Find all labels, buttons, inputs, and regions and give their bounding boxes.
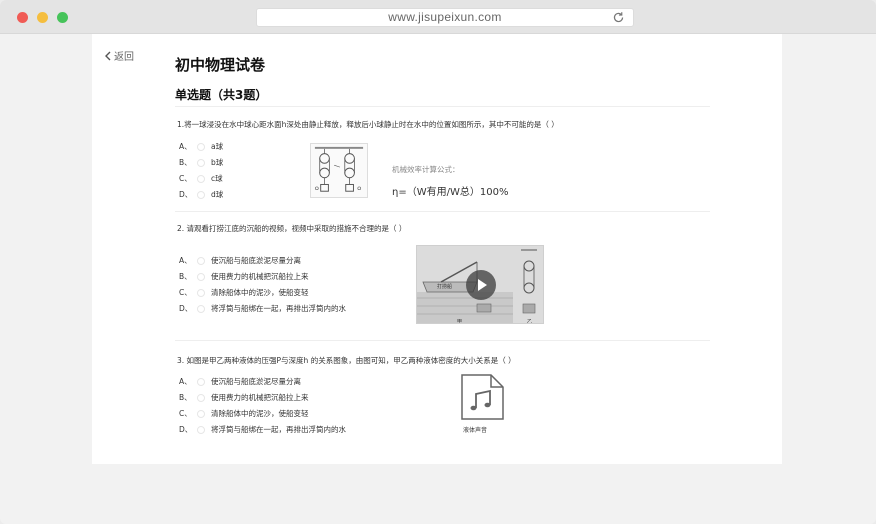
q2-option-b[interactable]: B、 使用费力的机械把沉船拉上来 [179, 271, 309, 282]
divider [175, 340, 710, 341]
radio-button[interactable] [197, 425, 205, 434]
back-label: 返回 [114, 52, 134, 63]
q1-option-b[interactable]: B、 b球 [179, 157, 223, 168]
audio-label: 液体声音 [463, 427, 488, 434]
radio-button[interactable] [197, 377, 205, 386]
minimize-window-button[interactable] [37, 12, 48, 23]
option-letter: B、 [179, 272, 192, 281]
radio-button[interactable] [197, 190, 205, 199]
option-text: b球 [211, 158, 224, 167]
radio-button[interactable] [197, 158, 205, 167]
q3-option-b[interactable]: B、 使用费力的机械把沉船拉上来 [179, 392, 309, 403]
close-window-button[interactable] [17, 12, 28, 23]
back-link[interactable]: 返回 [104, 48, 134, 63]
video-label-right: 乙 [527, 319, 533, 324]
address-bar[interactable]: www.jisupeixun.com [256, 8, 634, 27]
video-caption: 打捞船 [437, 284, 453, 290]
option-text: 使沉船与船底淤泥尽量分离 [211, 256, 301, 265]
radio-button[interactable] [197, 272, 205, 281]
title-bar: www.jisupeixun.com [0, 0, 876, 34]
video-player[interactable]: 打捞船 甲 乙 [416, 245, 544, 324]
option-letter: B、 [179, 393, 192, 402]
divider [175, 106, 710, 107]
option-text: 使用费力的机械把沉船拉上来 [211, 393, 309, 402]
question-2-text: 2. 请观看打捞江底的沉船的视频，视频中采取的措施不合理的是（ ） [177, 224, 407, 233]
option-letter: B、 [179, 158, 192, 167]
option-text: 使沉船与船底淤泥尽量分离 [211, 377, 301, 386]
q2-option-a[interactable]: A、 使沉船与船底淤泥尽量分离 [179, 255, 301, 266]
q3-option-c[interactable]: C、 清除船体中的泥沙，使船变轻 [179, 408, 309, 419]
url-text: www.jisupeixun.com [388, 10, 502, 24]
question-1-text: 1.将一球浸没在水中球心距水面h深处由静止释放，释放后小球静止时在水中的位置如图… [177, 120, 559, 129]
option-letter: D、 [179, 304, 193, 313]
formula-label: 机械效率计算公式： [392, 165, 460, 174]
chevron-left-icon [105, 51, 111, 60]
browser-window: www.jisupeixun.com 返回 初中物理试卷 单选题（共3题） 1.… [0, 0, 876, 524]
q1-option-d[interactable]: D、 d球 [179, 189, 223, 200]
video-label-left: 甲 [457, 319, 463, 324]
option-letter: D、 [179, 425, 193, 434]
option-text: 将浮筒与船绑在一起，再排出浮筒内的水 [211, 425, 346, 434]
radio-button[interactable] [197, 142, 205, 151]
option-letter: C、 [179, 288, 192, 297]
q3-option-d[interactable]: D、 将浮筒与船绑在一起，再排出浮筒内的水 [179, 424, 346, 435]
radio-button[interactable] [197, 304, 205, 313]
reload-icon[interactable] [612, 11, 625, 24]
radio-button[interactable] [197, 409, 205, 418]
option-letter: A、 [179, 256, 192, 265]
maximize-window-button[interactable] [57, 12, 68, 23]
option-text: d球 [211, 190, 224, 199]
option-text: 清除船体中的泥沙，使船变轻 [211, 288, 309, 297]
option-text: 将浮筒与船绑在一起，再排出浮筒内的水 [211, 304, 346, 313]
q1-option-c[interactable]: C、 c球 [179, 173, 223, 184]
q1-option-a[interactable]: A、 a球 [179, 141, 223, 152]
q2-option-d[interactable]: D、 将浮筒与船绑在一起，再排出浮筒内的水 [179, 303, 346, 314]
option-text: a球 [211, 142, 224, 151]
radio-button[interactable] [197, 256, 205, 265]
option-text: c球 [211, 174, 223, 183]
option-letter: A、 [179, 142, 192, 151]
section-heading: 单选题（共3题） [175, 88, 268, 102]
page-title: 初中物理试卷 [175, 56, 266, 74]
option-text: 清除船体中的泥沙，使船变轻 [211, 409, 309, 418]
play-icon[interactable] [466, 270, 496, 300]
divider [175, 211, 710, 212]
question-3-text: 3. 如图是甲乙两种液体的压强P与深度h 的关系图象，由图可知，甲乙两种液体密度… [177, 356, 516, 365]
pulley-diagram-image [310, 143, 368, 198]
option-letter: C、 [179, 409, 192, 418]
option-letter: C、 [179, 174, 192, 183]
option-letter: D、 [179, 190, 193, 199]
q2-option-c[interactable]: C、 清除船体中的泥沙，使船变轻 [179, 287, 309, 298]
option-text: 使用费力的机械把沉船拉上来 [211, 272, 309, 281]
radio-button[interactable] [197, 393, 205, 402]
formula-text: η=（W有用/W总）100% [392, 187, 509, 198]
q3-option-a[interactable]: A、 使沉船与船底淤泥尽量分离 [179, 376, 301, 387]
option-letter: A、 [179, 377, 192, 386]
radio-button[interactable] [197, 288, 205, 297]
radio-button[interactable] [197, 174, 205, 183]
audio-file-icon[interactable] [459, 374, 505, 420]
